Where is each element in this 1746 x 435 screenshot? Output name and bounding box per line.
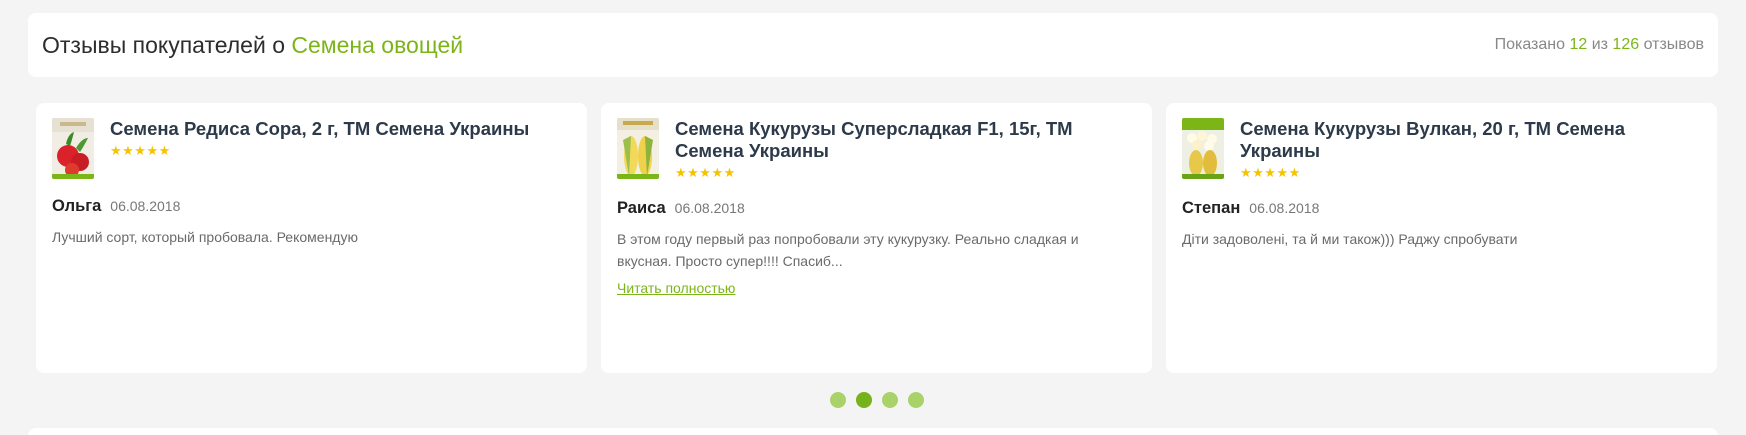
reviews-count: Показано 12 из 126 отзывов bbox=[1495, 36, 1704, 54]
product-title[interactable]: Семена Кукурузы Суперсладкая F1, 15г, ТМ… bbox=[675, 118, 1136, 162]
review-card-head: Семена Кукурузы Суперсладкая F1, 15г, ТМ… bbox=[617, 118, 1136, 181]
review-card: Семена Кукурузы Вулкан, 20 г, ТМ Семена … bbox=[1166, 103, 1717, 373]
author-row: Ольга 06.08.2018 bbox=[52, 197, 571, 216]
next-section-panel bbox=[28, 428, 1718, 435]
category-link[interactable]: Семена овощей bbox=[291, 32, 463, 58]
rating-stars: ★★★★★ bbox=[675, 165, 736, 180]
count-prefix: Показано bbox=[1494, 36, 1570, 53]
pagination-dot-4[interactable] bbox=[908, 392, 924, 408]
reviews-carousel: Семена Редиса Сора, 2 г, ТМ Семена Украи… bbox=[36, 103, 1722, 373]
count-total: 126 bbox=[1612, 36, 1640, 53]
pagination-dot-2[interactable] bbox=[856, 392, 872, 408]
reviews-title: Отзывы покупателей о Семена овощей bbox=[42, 32, 463, 59]
review-card-head: Семена Кукурузы Вулкан, 20 г, ТМ Семена … bbox=[1182, 118, 1701, 181]
read-more-link[interactable]: Читать полностью bbox=[617, 280, 735, 296]
review-card-head: Семена Редиса Сора, 2 г, ТМ Семена Украи… bbox=[52, 118, 571, 179]
review-author: Степан bbox=[1182, 199, 1241, 217]
review-text: Лучший сорт, который пробовала. Рекоменд… bbox=[52, 229, 358, 245]
review-date: 06.08.2018 bbox=[1249, 200, 1320, 216]
reviews-header: Отзывы покупателей о Семена овощей Показ… bbox=[28, 13, 1718, 77]
product-title[interactable]: Семена Кукурузы Вулкан, 20 г, ТМ Семена … bbox=[1240, 118, 1701, 162]
radish-seed-pack-icon[interactable] bbox=[52, 118, 94, 179]
review-date: 06.08.2018 bbox=[674, 200, 745, 216]
count-shown: 12 bbox=[1569, 36, 1588, 53]
rating-stars: ★★★★★ bbox=[1240, 165, 1301, 180]
review-author: Раиса bbox=[617, 199, 666, 217]
review-text: Діти задоволені, та й ми також))) Раджу … bbox=[1182, 231, 1518, 247]
pagination-dot-3[interactable] bbox=[882, 392, 898, 408]
title-prefix: Отзывы покупателей о bbox=[42, 31, 292, 58]
review-author: Ольга bbox=[52, 197, 102, 215]
review-date: 06.08.2018 bbox=[110, 198, 181, 214]
product-title[interactable]: Семена Редиса Сора, 2 г, ТМ Семена Украи… bbox=[110, 118, 529, 140]
review-card: Семена Редиса Сора, 2 г, ТМ Семена Украи… bbox=[36, 103, 587, 373]
corn-seed-pack-icon[interactable] bbox=[617, 118, 659, 179]
count-suffix: отзывов bbox=[1639, 36, 1704, 53]
count-mid: из bbox=[1587, 36, 1613, 53]
carousel-pagination bbox=[830, 392, 924, 408]
review-card: Семена Кукурузы Суперсладкая F1, 15г, ТМ… bbox=[601, 103, 1152, 373]
review-text: В этом году первый раз попробовали эту к… bbox=[617, 231, 1079, 269]
author-row: Степан 06.08.2018 bbox=[1182, 199, 1701, 218]
rating-stars: ★★★★★ bbox=[110, 143, 171, 158]
popcorn-seed-pack-icon[interactable] bbox=[1182, 118, 1224, 179]
pagination-dot-1[interactable] bbox=[830, 392, 846, 408]
author-row: Раиса 06.08.2018 bbox=[617, 199, 1136, 218]
